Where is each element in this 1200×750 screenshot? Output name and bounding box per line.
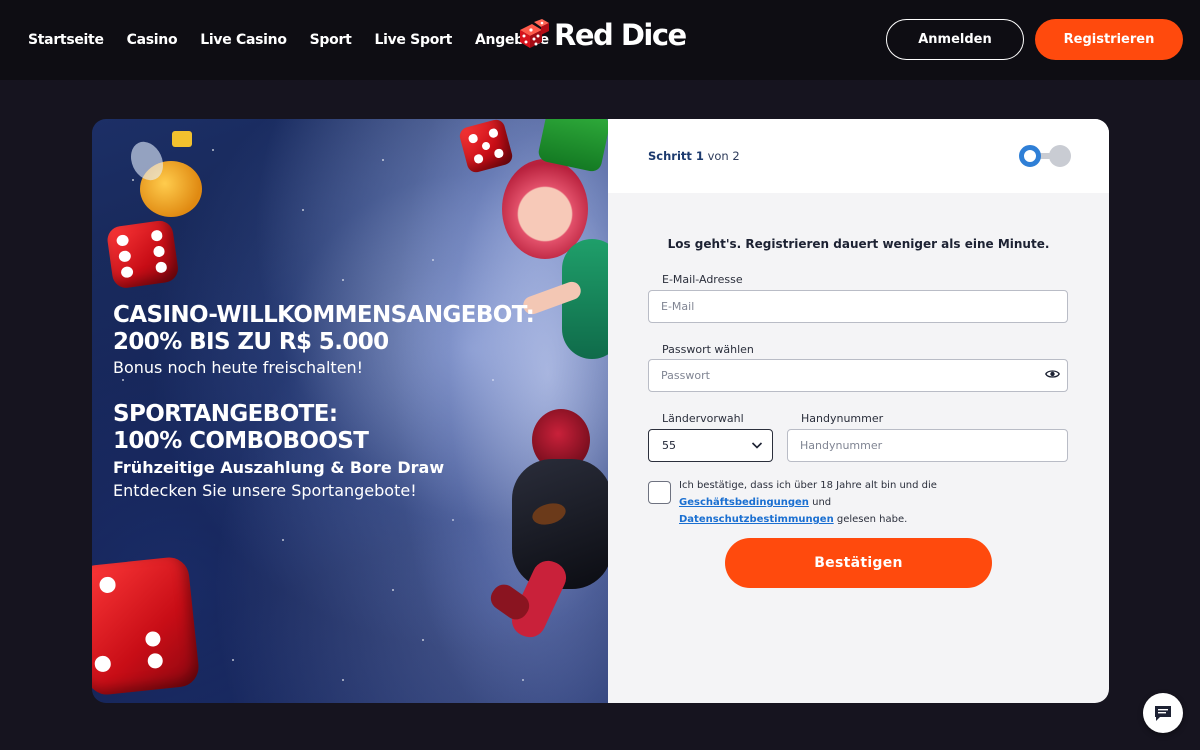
- login-button[interactable]: Anmelden: [886, 19, 1024, 60]
- terms-text-post: gelesen habe.: [833, 514, 908, 525]
- nav-casino[interactable]: Casino: [127, 32, 178, 48]
- nav-sport[interactable]: Sport: [310, 32, 352, 48]
- promo-text-block: CASINO-WILLKOMMENSANGEBOT: 200% BIS ZU R…: [113, 302, 535, 502]
- country-code-label: Ländervorwahl: [662, 412, 744, 425]
- confirm-button[interactable]: Bestätigen: [725, 538, 992, 588]
- sport-offer-subtitle: Entdecken Sie unsere Sportangebote!: [113, 481, 417, 500]
- nav-live-casino[interactable]: Live Casino: [200, 32, 287, 48]
- register-button[interactable]: Registrieren: [1035, 19, 1183, 60]
- dice-logo-icon: [520, 19, 549, 48]
- dice-image-left: [105, 218, 185, 293]
- dice-image-bottom: [92, 555, 202, 701]
- privacy-link[interactable]: Datenschutzbestimmungen: [679, 514, 834, 525]
- sport-offer-subtitle-bold: Frühzeitige Auszahlung & Bore Draw: [113, 458, 445, 477]
- step-progress-toggle: [1019, 145, 1071, 167]
- nav-startseite[interactable]: Startseite: [28, 32, 104, 48]
- step-2-dot: [1049, 145, 1071, 167]
- step-word: Schritt: [648, 149, 692, 163]
- registration-form: Schritt 1 von 2 Los geht's. Registrieren…: [608, 119, 1109, 703]
- registration-card: CASINO-WILLKOMMENSANGEBOT: 200% BIS ZU R…: [92, 119, 1109, 703]
- casino-offer-title-1: CASINO-WILLKOMMENSANGEBOT:: [113, 302, 535, 328]
- email-label: E-Mail-Adresse: [662, 273, 743, 286]
- logo-text: Red Dice: [554, 18, 687, 52]
- top-navigation-bar: Startseite Casino Live Casino Sport Live…: [0, 0, 1200, 80]
- phone-label: Handynummer: [801, 412, 884, 425]
- casino-offer-title-2: 200% BIS ZU R$ 5.000: [113, 329, 389, 355]
- sport-offer-title-1: SPORTANGEBOTE:: [113, 401, 338, 427]
- bee-crown: [172, 131, 192, 147]
- site-logo[interactable]: Red Dice: [516, 18, 687, 52]
- password-field[interactable]: [648, 359, 1068, 392]
- chat-icon: [1155, 706, 1171, 721]
- main-nav: Startseite Casino Live Casino Sport Live…: [28, 0, 549, 80]
- step-1-dot: [1019, 145, 1041, 167]
- terms-text: Ich bestätige, dass ich über 18 Jahre al…: [679, 477, 1069, 528]
- nav-live-sport[interactable]: Live Sport: [374, 32, 452, 48]
- step-indicator: Schritt 1 von 2: [648, 149, 740, 163]
- promo-banner: CASINO-WILLKOMMENSANGEBOT: 200% BIS ZU R…: [92, 119, 608, 703]
- step-current: 1: [695, 149, 704, 163]
- terms-checkbox[interactable]: [648, 481, 671, 504]
- form-headline: Los geht's. Registrieren dauert weniger …: [667, 237, 1050, 251]
- chevron-down-icon: [751, 442, 763, 449]
- live-chat-button[interactable]: [1143, 693, 1183, 733]
- country-code-select[interactable]: 55: [648, 429, 773, 462]
- terms-text-pre: Ich bestätige, dass ich über 18 Jahre al…: [679, 480, 937, 491]
- phone-field[interactable]: [787, 429, 1068, 462]
- form-step-header: Schritt 1 von 2: [608, 119, 1109, 193]
- terms-text-mid: und: [808, 497, 832, 508]
- casino-offer-subtitle: Bonus noch heute freischalten!: [113, 358, 364, 377]
- step-total: von 2: [707, 149, 740, 163]
- sport-offer-title-2: 100% COMBOBOOST: [113, 428, 369, 454]
- password-label: Passwort wählen: [662, 343, 754, 356]
- country-code-value: 55: [662, 439, 676, 452]
- email-field[interactable]: [648, 290, 1068, 323]
- terms-link[interactable]: Geschäftsbedingungen: [679, 497, 809, 508]
- eye-icon[interactable]: [1045, 369, 1060, 379]
